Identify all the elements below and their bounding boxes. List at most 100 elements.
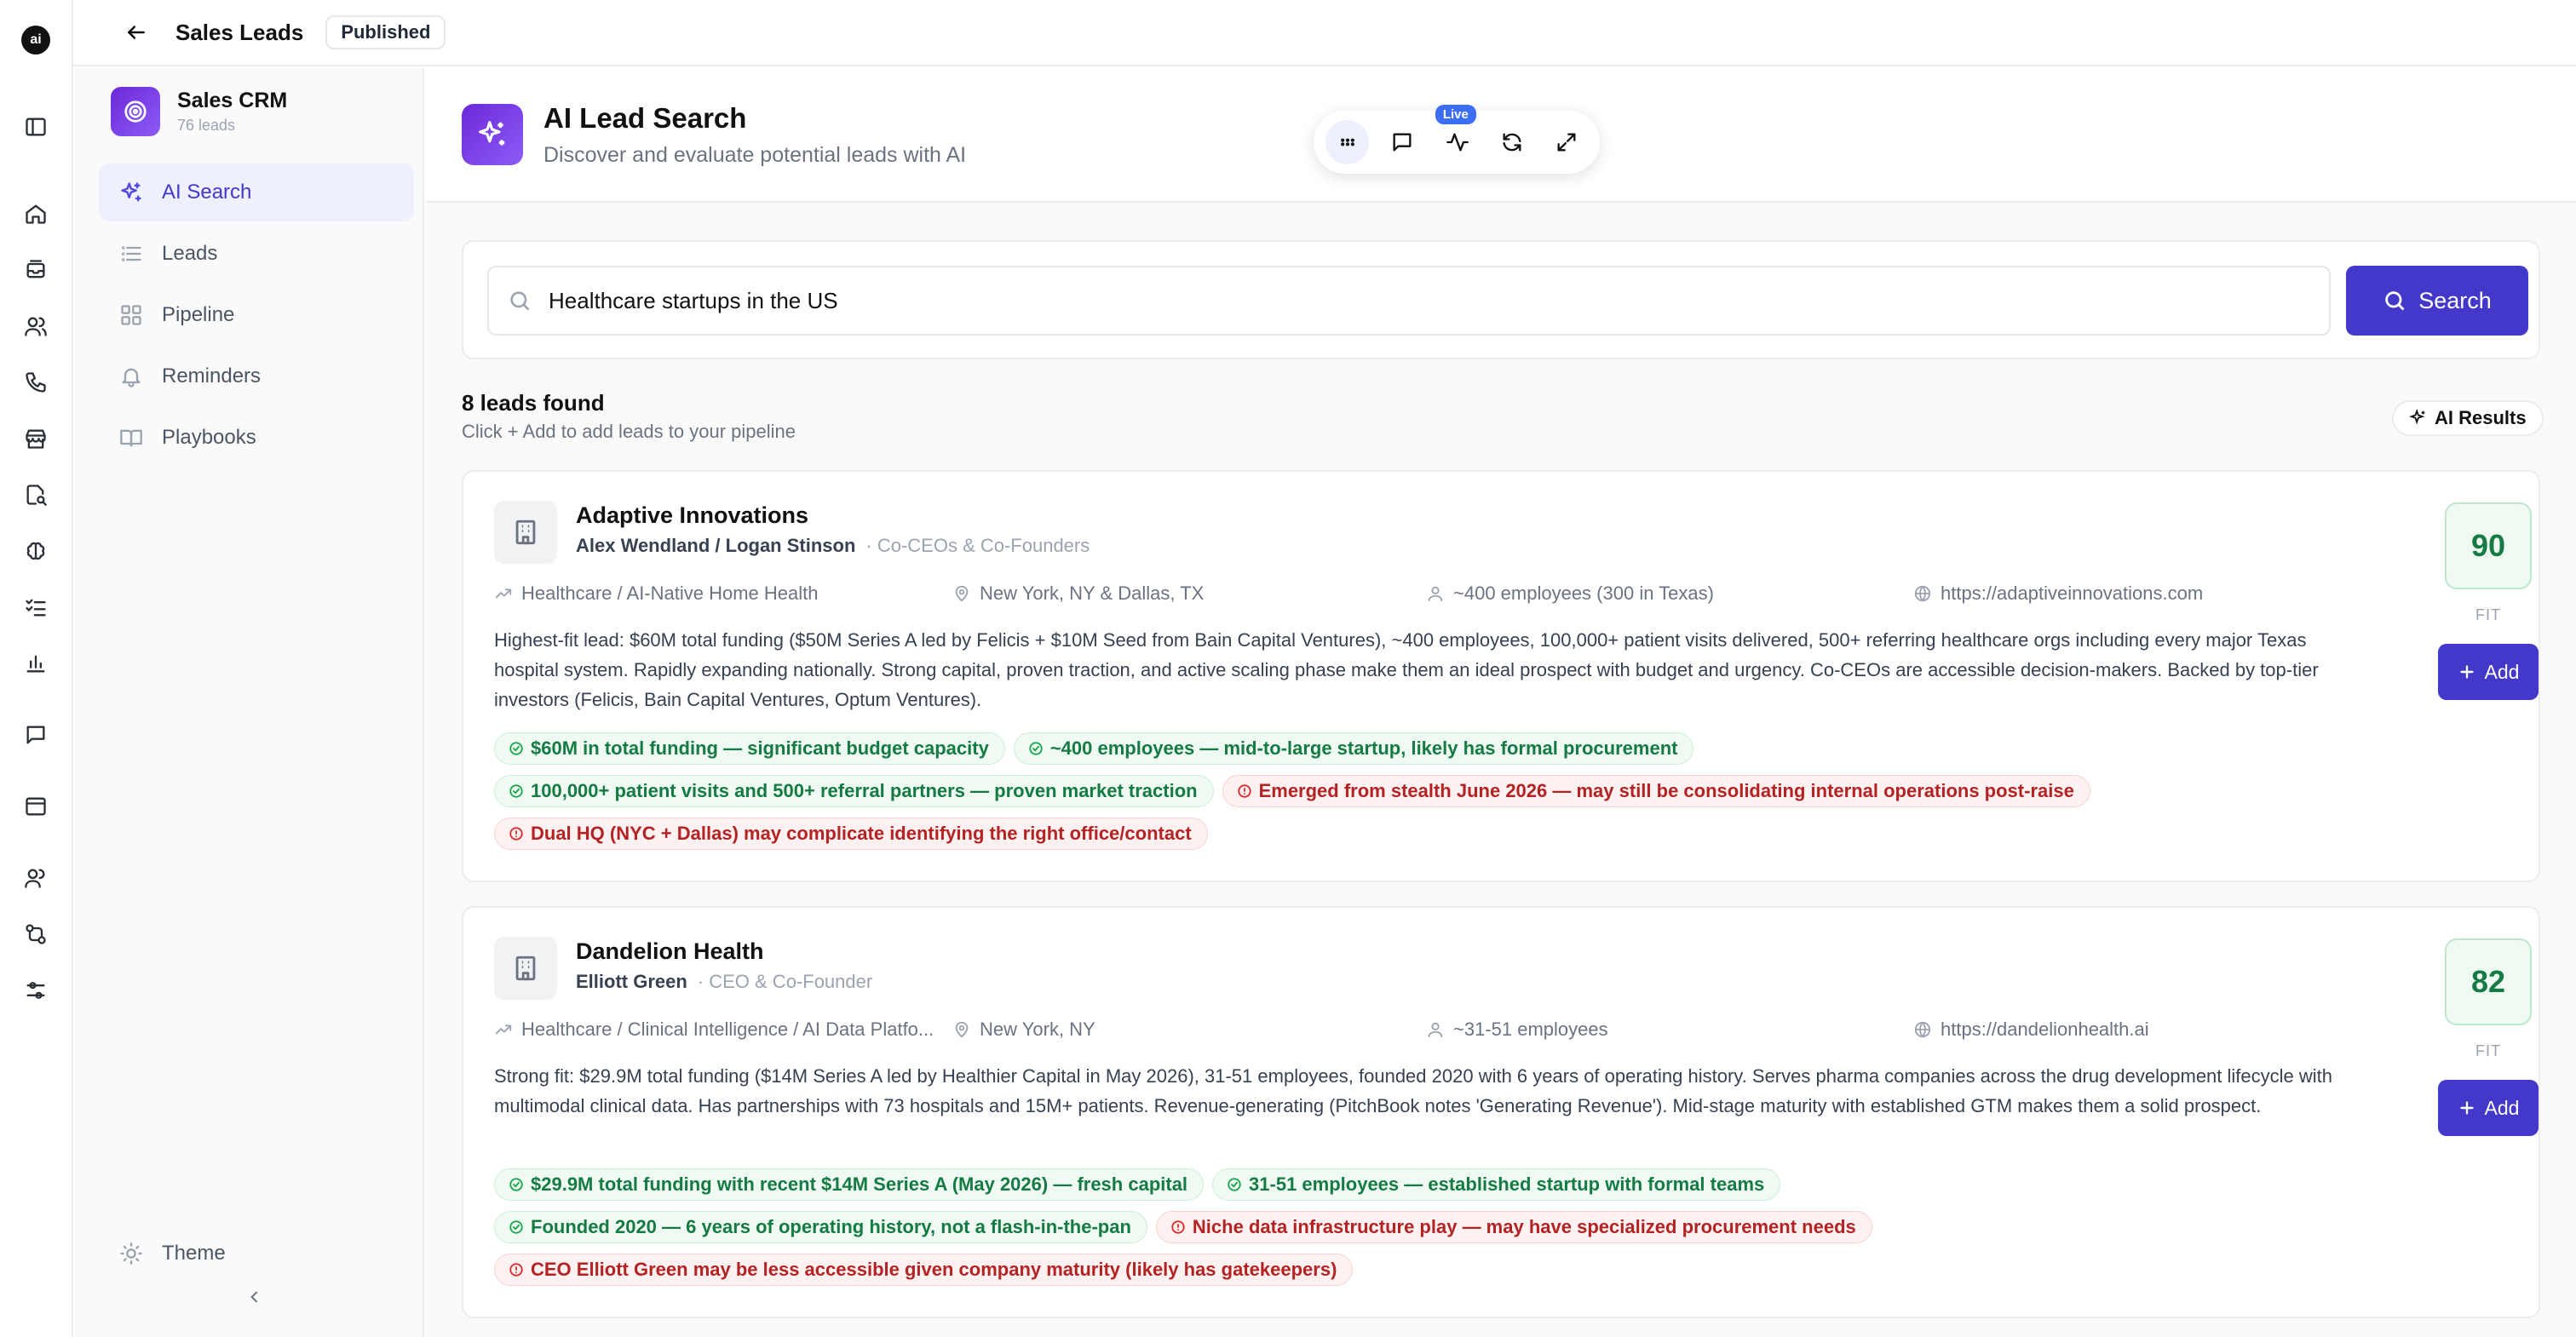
risk-tag: Dual HQ (NYC + Dallas) may complicate id… — [494, 818, 1208, 850]
chat-icon[interactable] — [21, 720, 50, 749]
alert-circle-icon — [509, 827, 523, 841]
users-icon[interactable] — [21, 312, 50, 341]
comment-button[interactable] — [1380, 120, 1423, 164]
status-badge: Published — [325, 15, 446, 49]
lead-contact: Alex Wendland / Logan Stinson · Co-CEOs … — [576, 535, 1090, 557]
search-card: Search — [462, 240, 2540, 359]
inbox-icon[interactable] — [21, 255, 50, 284]
panel-toggle-icon[interactable] — [21, 112, 50, 141]
section-title: AI Lead Search — [543, 102, 747, 134]
checklist-icon[interactable] — [21, 593, 50, 622]
section-subtitle: Discover and evaluate potential leads wi… — [543, 143, 967, 167]
positive-tag: ~400 employees — mid-to-large startup, l… — [1013, 732, 1694, 765]
contact-role: · CEO & Co-Founder — [697, 971, 873, 992]
search-button[interactable]: Search — [2346, 266, 2528, 336]
sidebar-item-pipeline[interactable]: Pipeline — [99, 286, 414, 344]
fit-label: FIT — [2475, 606, 2501, 623]
theme-label: Theme — [162, 1242, 226, 1265]
lead-employees: ~31-51 employees — [1426, 1019, 1608, 1041]
sidebar-item-label: Reminders — [162, 364, 262, 387]
sidebar-item-label: Pipeline — [162, 303, 235, 326]
top-bar: Sales Leads Published — [73, 0, 2576, 66]
alert-circle-icon — [509, 1263, 523, 1277]
target-icon — [111, 87, 160, 136]
floating-toolbar: Live — [1314, 105, 1600, 174]
book-icon — [120, 429, 142, 447]
globe-icon — [1914, 1021, 1931, 1038]
live-activity-button[interactable]: Live — [1435, 105, 1479, 164]
sparkles-icon — [2409, 409, 2425, 425]
refresh-button[interactable] — [1490, 120, 1533, 164]
contact-name: Elliott Green — [576, 971, 687, 992]
lead-description: Strong fit: $29.9M total funding ($14M S… — [494, 1065, 2332, 1116]
app-name: Sales CRM — [177, 89, 288, 112]
refresh-icon — [1503, 133, 1521, 152]
app-header: Sales CRM 76 leads — [111, 87, 287, 136]
trending-up-icon — [495, 588, 512, 599]
lead-website[interactable]: https://dandelionhealth.ai — [1913, 1019, 2149, 1041]
lead-location: New York, NY & Dallas, TX — [952, 582, 1204, 605]
expand-button[interactable] — [1545, 120, 1589, 164]
ai-results-badge: AI Results — [2392, 400, 2544, 436]
workspace-logo[interactable]: ai — [21, 26, 50, 55]
bar-chart-icon[interactable] — [21, 649, 50, 678]
document-search-icon[interactable] — [21, 480, 50, 509]
plus-icon — [2459, 665, 2474, 679]
drag-handle-button[interactable] — [1325, 120, 1370, 164]
check-circle-icon — [509, 742, 523, 755]
check-circle-icon — [509, 1220, 523, 1234]
check-circle-icon — [1228, 1178, 1241, 1191]
store-icon[interactable] — [21, 424, 50, 453]
add-lead-button[interactable]: Add — [2438, 644, 2539, 700]
expand-icon — [1557, 133, 1576, 152]
lead-name: Adaptive Innovations — [576, 502, 809, 528]
lead-website[interactable]: https://adaptiveinnovations.com — [1913, 582, 2203, 605]
positive-tag: $60M in total funding — significant budg… — [494, 732, 1005, 765]
add-lead-button[interactable]: Add — [2438, 1080, 2539, 1136]
search-icon — [510, 291, 530, 311]
user-icon — [1428, 1022, 1443, 1038]
integrations-icon[interactable] — [21, 920, 50, 949]
risk-tag: Emerged from stealth June 2026 — may sti… — [1222, 775, 2090, 807]
fit-label: FIT — [2475, 1042, 2501, 1059]
browser-icon[interactable] — [21, 792, 50, 821]
sidebar-item-label: Playbooks — [162, 426, 256, 449]
sidebar-item-ai-search[interactable]: AI Search — [99, 164, 414, 221]
theme-toggle[interactable]: Theme — [99, 1225, 414, 1282]
team-icon[interactable] — [21, 864, 50, 892]
lead-employees: ~400 employees (300 in Texas) — [1426, 582, 1714, 605]
search-field[interactable] — [487, 266, 2331, 336]
search-button-label: Search — [2418, 287, 2492, 313]
lead-card: Dandelion Health Elliott Green · CEO & C… — [462, 906, 2540, 1318]
grip-icon — [1340, 138, 1354, 146]
sun-icon — [120, 1242, 142, 1265]
sparkles-icon — [121, 182, 141, 202]
sidebar-item-playbooks[interactable]: Playbooks — [99, 409, 414, 467]
lead-tags: $29.9M total funding with recent $14M Se… — [494, 1168, 2372, 1286]
contact-name: Alex Wendland / Logan Stinson — [576, 535, 856, 556]
live-badge: Live — [1435, 105, 1476, 124]
brain-icon[interactable] — [21, 537, 50, 565]
lead-contact: Elliott Green · CEO & Co-Founder — [576, 971, 872, 993]
search-input[interactable] — [549, 287, 2252, 314]
sidebar-item-leads[interactable]: Leads — [99, 225, 414, 283]
building-icon — [494, 501, 557, 564]
back-button[interactable] — [121, 17, 152, 48]
bell-icon — [122, 368, 141, 387]
building-icon — [494, 937, 557, 1000]
settings-sliders-icon[interactable] — [21, 976, 50, 1005]
alert-circle-icon — [1171, 1220, 1185, 1234]
check-circle-icon — [509, 1178, 523, 1191]
fit-score: 82 — [2445, 938, 2532, 1025]
home-icon[interactable] — [21, 199, 50, 228]
phone-icon[interactable] — [21, 368, 50, 397]
positive-tag: $29.9M total funding with recent $14M Se… — [494, 1168, 1205, 1201]
chevron-left-icon — [250, 1291, 258, 1303]
map-pin-icon — [955, 1021, 969, 1038]
alert-circle-icon — [1237, 784, 1251, 798]
search-icon — [2385, 291, 2405, 311]
contact-role: · Co-CEOs & Co-Founders — [865, 535, 1090, 556]
collapse-sidebar-button[interactable] — [242, 1284, 267, 1310]
page-title: Sales Leads — [175, 19, 304, 45]
sidebar-item-reminders[interactable]: Reminders — [99, 347, 414, 405]
